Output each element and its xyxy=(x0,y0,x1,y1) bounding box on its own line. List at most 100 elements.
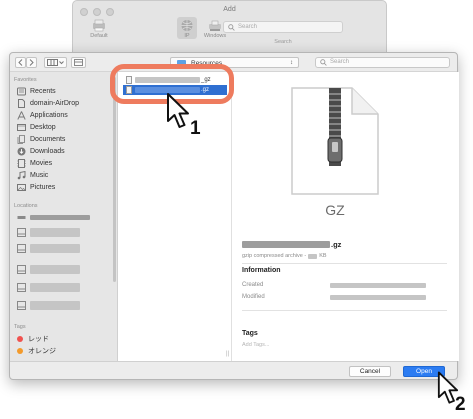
disk-icon xyxy=(17,228,26,237)
sidebar-scrollbar[interactable] xyxy=(113,77,116,282)
forward-button[interactable] xyxy=(26,57,37,68)
step-number-2: 2 xyxy=(455,394,466,415)
sidebar-item-label: Applications xyxy=(30,112,68,119)
sidebar-item-desktop[interactable]: Desktop xyxy=(17,122,112,133)
redacted-location-name xyxy=(30,301,80,310)
redacted-modified-date xyxy=(330,295,426,300)
tag-color-dot xyxy=(17,347,23,354)
music-note-icon xyxy=(17,171,26,180)
tags-section-heading: Tags xyxy=(242,330,258,337)
browser-content: Favorites Recents domain-AirDrop Applica… xyxy=(10,71,459,361)
chevron-right-icon xyxy=(29,59,34,66)
sidebar-item-documents[interactable]: Documents xyxy=(17,134,112,145)
redacted-location-name xyxy=(30,244,80,253)
sidebar-item-airdrop[interactable]: domain-AirDrop xyxy=(17,98,112,109)
sidebar-item-movies[interactable]: Movies xyxy=(17,158,112,169)
cancel-button[interactable]: Cancel xyxy=(349,366,391,377)
document-icon xyxy=(18,99,25,108)
dialog-footer: Cancel Open xyxy=(10,361,457,381)
desktop-icon xyxy=(17,124,26,131)
windows-printer-icon xyxy=(209,20,221,31)
disk-icon xyxy=(17,283,26,292)
redacted-file-size xyxy=(308,253,318,259)
sidebar-tag-orange[interactable]: オレンジ xyxy=(17,345,112,356)
search-input[interactable]: Search xyxy=(315,57,450,68)
group-icon xyxy=(74,59,83,66)
sidebar-item-applications[interactable]: Applications xyxy=(17,110,112,121)
bg-search-field[interactable]: Search xyxy=(223,21,343,33)
ip-tool[interactable]: IP xyxy=(173,19,201,39)
printer-icon xyxy=(93,19,105,32)
cursor-arrow-icon xyxy=(167,93,189,128)
redacted-location-name xyxy=(30,265,80,274)
sidebar-location-disk[interactable] xyxy=(17,300,112,311)
column-view-icon xyxy=(47,59,64,66)
created-label: Created xyxy=(242,282,264,288)
sidebar-item-pictures[interactable]: Pictures xyxy=(17,182,112,193)
sidebar-tag-red[interactable]: レッド xyxy=(17,333,112,344)
sidebar-location-computer[interactable] xyxy=(17,212,112,223)
sidebar-tag-label: オレンジ xyxy=(28,347,56,355)
redacted-file-name xyxy=(242,241,330,248)
back-button[interactable] xyxy=(15,57,26,68)
preview-file-name: .gz xyxy=(242,240,341,249)
sidebar-location-disk[interactable] xyxy=(17,264,112,275)
disk-icon xyxy=(17,244,26,253)
sidebar-item-label: Desktop xyxy=(30,124,56,131)
bg-search-label: Search xyxy=(274,39,292,45)
sidebar-item-label: Movies xyxy=(30,160,53,167)
sidebar-location-disk[interactable] xyxy=(17,243,112,254)
redacted-location-name xyxy=(30,215,90,220)
group-button[interactable] xyxy=(71,57,86,68)
add-tags-field[interactable]: Add Tags... xyxy=(242,342,269,348)
redacted-created-date xyxy=(330,283,426,288)
film-icon xyxy=(17,159,26,168)
file-type-label: GZ xyxy=(325,202,345,218)
disk-icon xyxy=(17,265,26,274)
open-file-dialog: Resources ↕ Search Favorites Recents dom… xyxy=(9,52,459,381)
clock-icon xyxy=(17,87,26,96)
sidebar-item-downloads[interactable]: Downloads xyxy=(17,146,112,157)
tool-label: IP xyxy=(184,33,190,39)
default-tool[interactable]: Default xyxy=(85,19,113,39)
divider xyxy=(242,263,447,264)
sidebar-item-label: Pictures xyxy=(30,184,56,191)
search-icon xyxy=(228,24,235,31)
tag-color-dot xyxy=(17,335,23,342)
tags-heading: Tags xyxy=(14,324,26,330)
sidebar-item-recents[interactable]: Recents xyxy=(17,86,112,97)
bg-search-placeholder: Search xyxy=(238,24,258,30)
file-size-unit: KB xyxy=(319,253,327,259)
view-mode-button[interactable] xyxy=(44,57,67,68)
sidebar-item-label: Music xyxy=(30,172,49,179)
sidebar-item-label: Documents xyxy=(30,136,66,143)
redacted-location-name xyxy=(30,283,80,292)
chevron-left-icon xyxy=(18,59,23,66)
preview-pane: GZ .gz gzip compressed archive - KB Info… xyxy=(232,72,459,361)
sidebar: Favorites Recents domain-AirDrop Applica… xyxy=(10,72,118,361)
add-printer-window: Add Default IP Windows Search Search xyxy=(72,0,387,60)
computer-icon xyxy=(17,216,26,219)
favorites-heading: Favorites xyxy=(14,77,37,83)
sidebar-item-music[interactable]: Music xyxy=(17,170,112,181)
locations-heading: Locations xyxy=(14,203,38,209)
information-heading: Information xyxy=(242,267,281,274)
sidebar-location-disk[interactable] xyxy=(17,282,112,293)
documents-icon xyxy=(17,135,25,144)
globe-icon xyxy=(181,20,193,31)
step-number-1: 1 xyxy=(190,118,201,139)
pictures-icon xyxy=(17,184,26,191)
file-kind-text: gzip compressed archive - xyxy=(242,253,307,259)
downloads-icon xyxy=(17,147,26,156)
sidebar-location-disk[interactable] xyxy=(17,227,112,238)
applications-icon xyxy=(17,111,26,120)
disk-icon xyxy=(17,301,26,310)
column-resize-handle[interactable]: || xyxy=(226,351,229,357)
tool-label: Default xyxy=(90,33,108,39)
preview-file-kind: gzip compressed archive - KB xyxy=(242,253,327,259)
sidebar-item-label: domain-AirDrop xyxy=(30,100,80,107)
search-placeholder: Search xyxy=(330,59,350,65)
search-icon xyxy=(320,59,327,66)
file-name-suffix: .gz xyxy=(331,240,342,249)
sidebar-item-label: Downloads xyxy=(30,148,65,155)
